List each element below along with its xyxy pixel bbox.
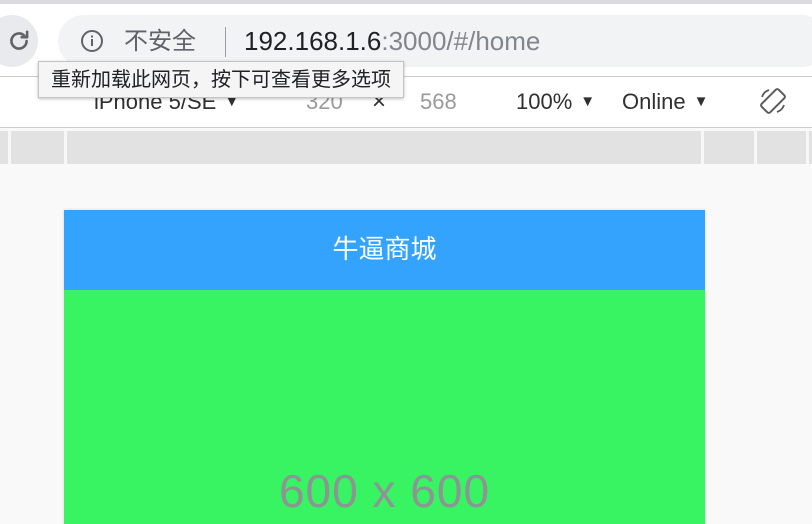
media-query-ruler[interactable] [0, 131, 812, 164]
address-divider [225, 27, 226, 57]
banner-image[interactable]: 600 x 600 [64, 290, 705, 524]
ruler-separator [8, 131, 11, 164]
zoom-select-value: 100% [516, 89, 573, 114]
url-path: :3000/#/home [381, 26, 541, 56]
zoom-select[interactable]: 100% ▼ [516, 89, 595, 115]
reload-button[interactable] [0, 15, 38, 67]
ruler-separator [754, 131, 757, 164]
reload-tooltip: 重新加载此网页，按下可查看更多选项 [38, 61, 404, 98]
url-text[interactable]: 192.168.1.6:3000/#/home [244, 25, 540, 57]
info-icon[interactable] [80, 29, 104, 53]
browser-window: 不安全 192.168.1.6:3000/#/home iPhone 5/SE ▼… [0, 0, 812, 524]
reload-icon [10, 30, 29, 50]
app-header: 牛逼商城 [64, 210, 705, 290]
address-bar[interactable]: 不安全 192.168.1.6:3000/#/home [58, 15, 812, 67]
chevron-down-icon: ▼ [693, 93, 709, 110]
ruler-separator [701, 131, 704, 164]
throttling-select[interactable]: Online ▼ [622, 89, 708, 115]
throttling-select-value: Online [622, 89, 686, 114]
chevron-down-icon: ▼ [580, 93, 596, 110]
banner-placeholder-text: 600 x 600 [278, 465, 491, 517]
viewport-height-input[interactable]: 568 [420, 89, 457, 115]
ruler-separator [806, 131, 809, 164]
device-viewport: 牛逼商城 600 x 600 [64, 210, 705, 524]
app-title: 牛逼商城 [332, 235, 437, 265]
not-secure-label[interactable]: 不安全 [124, 27, 196, 55]
url-host: 192.168.1.6 [244, 26, 382, 56]
ruler-separator [64, 131, 67, 164]
rotate-device-icon[interactable] [758, 86, 788, 116]
